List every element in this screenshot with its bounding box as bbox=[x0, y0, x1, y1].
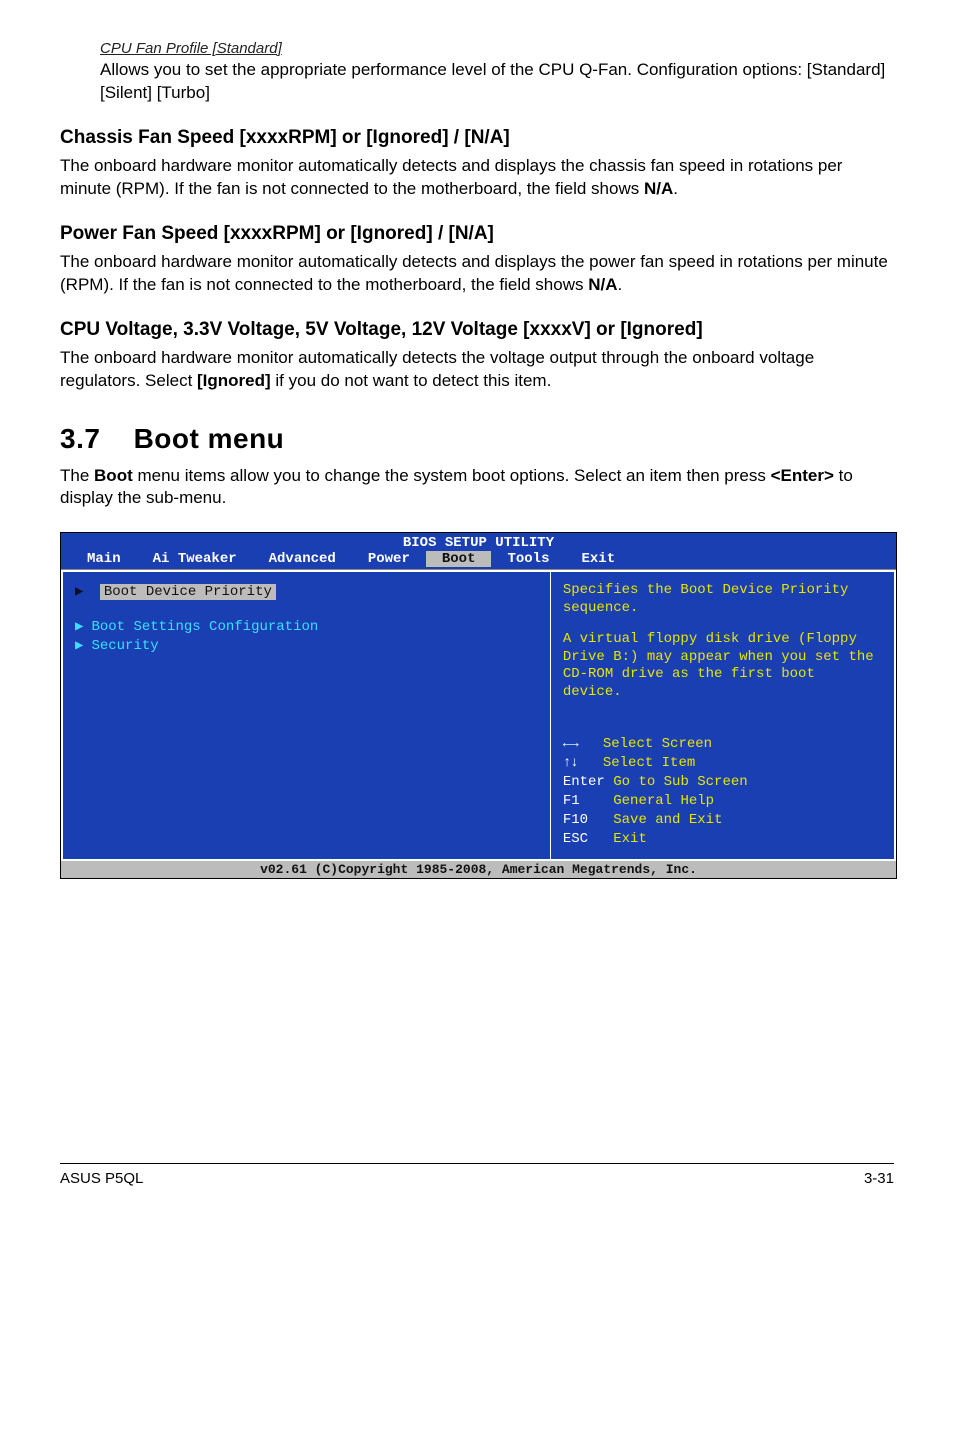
bios-item-security[interactable]: ▶ Security bbox=[75, 637, 538, 654]
bios-item-boot-settings[interactable]: ▶ Boot Settings Configuration bbox=[75, 618, 538, 635]
bios-help-text-1: Specifies the Boot Device Priority seque… bbox=[563, 582, 882, 617]
bios-footer: v02.61 (C)Copyright 1985-2008, American … bbox=[61, 861, 896, 878]
bios-tab-advanced[interactable]: Advanced bbox=[253, 551, 352, 567]
triangle-icon: ▶ bbox=[75, 584, 83, 600]
bios-tab-main[interactable]: Main bbox=[71, 551, 137, 567]
cpu-fan-profile-text: Allows you to set the appropriate perfor… bbox=[100, 59, 894, 105]
footer-left: ASUS P5QL bbox=[60, 1170, 143, 1187]
footer-right: 3-31 bbox=[864, 1170, 894, 1187]
bios-item-boot-priority[interactable]: ▶ Boot Device Priority bbox=[75, 582, 538, 602]
power-fan-heading: Power Fan Speed [xxxxRPM] or [Ignored] /… bbox=[60, 223, 894, 245]
bios-tab-boot[interactable]: Boot bbox=[426, 551, 492, 567]
bios-screenshot: BIOS SETUP UTILITY Main Ai Tweaker Advan… bbox=[60, 532, 897, 878]
triangle-icon: ▶ bbox=[75, 618, 83, 635]
bios-tab-exit[interactable]: Exit bbox=[565, 551, 631, 567]
bios-tab-power[interactable]: Power bbox=[352, 551, 426, 567]
bios-title: BIOS SETUP UTILITY bbox=[61, 533, 896, 551]
triangle-icon: ▶ bbox=[75, 637, 83, 654]
bios-tab-tools[interactable]: Tools bbox=[491, 551, 565, 567]
voltage-text: The onboard hardware monitor automatical… bbox=[60, 347, 894, 393]
cpu-fan-profile-label: CPU Fan Profile [Standard] bbox=[100, 40, 894, 57]
voltage-heading: CPU Voltage, 3.3V Voltage, 5V Voltage, 1… bbox=[60, 319, 894, 341]
bios-tab-bar: Main Ai Tweaker Advanced Power Boot Tool… bbox=[61, 551, 896, 569]
bios-help-text-2: A virtual floppy disk drive (Floppy Driv… bbox=[563, 631, 882, 701]
chapter-heading: 3.7 Boot menu bbox=[60, 423, 894, 455]
chassis-fan-heading: Chassis Fan Speed [xxxxRPM] or [Ignored]… bbox=[60, 127, 894, 149]
bios-help-panel: Specifies the Boot Device Priority seque… bbox=[551, 570, 896, 860]
bios-menu-panel: ▶ Boot Device Priority ▶ Boot Settings C… bbox=[61, 570, 551, 860]
bios-tab-aitweaker[interactable]: Ai Tweaker bbox=[137, 551, 253, 567]
chassis-fan-text: The onboard hardware monitor automatical… bbox=[60, 155, 894, 201]
chapter-intro: The Boot menu items allow you to change … bbox=[60, 465, 894, 511]
cpu-fan-profile-block: CPU Fan Profile [Standard] Allows you to… bbox=[100, 40, 894, 105]
bios-key-legend: ←→ Select Screen ↑↓ Select Item Enter Go… bbox=[563, 735, 882, 848]
power-fan-text: The onboard hardware monitor automatical… bbox=[60, 251, 894, 297]
page-footer: ASUS P5QL 3-31 bbox=[60, 1163, 894, 1187]
